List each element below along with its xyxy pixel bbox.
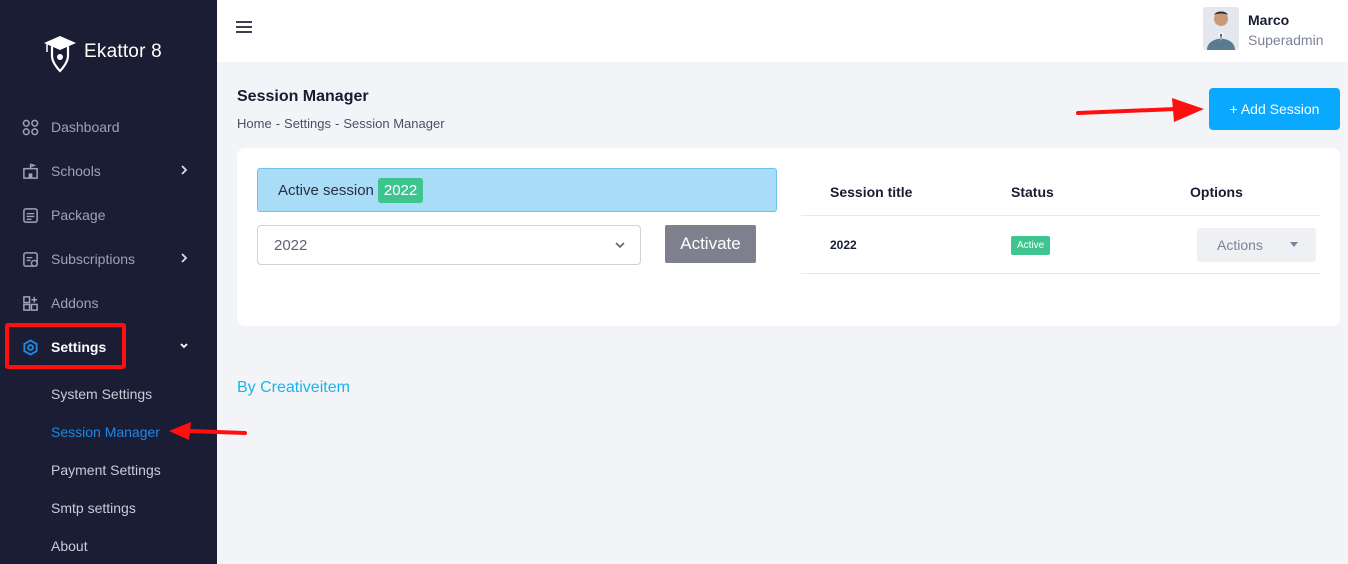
chevron-down-icon bbox=[615, 242, 625, 249]
breadcrumb-separator: - bbox=[275, 116, 281, 131]
breadcrumb: Home - Settings - Session Manager bbox=[237, 116, 445, 131]
sidebar-item-label: Settings bbox=[51, 339, 107, 355]
active-session-badge: 2022 bbox=[377, 177, 424, 203]
table-divider bbox=[801, 273, 1320, 274]
sidebar-item-label: Dashboard bbox=[51, 119, 120, 135]
brand-logo[interactable]: Ekattor 8 bbox=[42, 30, 162, 74]
sidebar-item-dashboard[interactable]: Dashboard bbox=[0, 107, 217, 147]
submenu-item-about[interactable]: About bbox=[51, 538, 88, 554]
breadcrumb-separator: - bbox=[335, 116, 340, 131]
submenu-item-system-settings[interactable]: System Settings bbox=[51, 386, 152, 402]
chevron-right-icon bbox=[181, 253, 188, 263]
session-select-value: 2022 bbox=[274, 236, 308, 254]
user-role: Superadmin bbox=[1248, 32, 1324, 48]
subscriptions-icon bbox=[21, 250, 39, 268]
annotation-arrow-left-icon bbox=[169, 422, 247, 440]
sidebar-item-settings[interactable]: Settings bbox=[0, 327, 217, 367]
sidebar-item-schools[interactable]: Schools bbox=[0, 151, 217, 191]
actions-label: Actions bbox=[1217, 237, 1263, 253]
breadcrumb-settings[interactable]: Settings bbox=[284, 116, 331, 131]
table-divider bbox=[801, 215, 1320, 216]
active-session-label: Active session bbox=[278, 181, 374, 199]
package-icon bbox=[21, 206, 39, 224]
avatar[interactable] bbox=[1203, 7, 1239, 50]
caret-down-icon bbox=[1290, 242, 1298, 247]
graduation-cap-pin-icon bbox=[44, 36, 76, 73]
footer-credit-link[interactable]: By Creativeitem bbox=[237, 379, 350, 397]
table-header-session-title: Session title bbox=[830, 184, 913, 200]
sidebar-item-package[interactable]: Package bbox=[0, 195, 217, 235]
submenu-item-session-manager[interactable]: Session Manager bbox=[51, 424, 160, 440]
sidebar-item-subscriptions[interactable]: Subscriptions bbox=[0, 239, 217, 279]
actions-dropdown-button[interactable]: Actions bbox=[1197, 228, 1316, 262]
submenu-item-smtp-settings[interactable]: Smtp settings bbox=[51, 500, 136, 516]
session-select[interactable]: 2022 bbox=[257, 225, 641, 265]
addons-icon bbox=[21, 294, 39, 312]
chevron-down-icon bbox=[180, 343, 188, 349]
submenu-item-payment-settings[interactable]: Payment Settings bbox=[51, 462, 161, 478]
sidebar: Ekattor 8 Dashboard Schools Package Subs… bbox=[0, 0, 217, 564]
sidebar-item-label: Addons bbox=[51, 295, 99, 311]
activate-button[interactable]: Activate bbox=[665, 225, 756, 263]
annotation-arrow-right-icon bbox=[1076, 98, 1204, 122]
settings-gear-icon bbox=[21, 338, 39, 356]
chevron-right-icon bbox=[181, 165, 188, 175]
breadcrumb-current: Session Manager bbox=[343, 116, 445, 131]
hamburger-menu-icon[interactable] bbox=[236, 21, 252, 35]
sidebar-item-label: Package bbox=[51, 207, 106, 223]
table-header-status: Status bbox=[1011, 184, 1054, 200]
top-header: Marco Superadmin bbox=[217, 0, 1348, 62]
breadcrumb-home[interactable]: Home bbox=[237, 116, 272, 131]
sidebar-item-label: Subscriptions bbox=[51, 251, 136, 267]
table-header-options: Options bbox=[1190, 184, 1243, 200]
brand-name: Ekattor 8 bbox=[84, 41, 162, 62]
status-badge: Active bbox=[1011, 236, 1051, 255]
session-card: Active session 2022 2022 Activate Sessio… bbox=[237, 148, 1340, 326]
sidebar-item-addons[interactable]: Addons bbox=[0, 283, 217, 323]
dashboard-icon bbox=[21, 118, 39, 136]
user-name[interactable]: Marco bbox=[1248, 12, 1289, 28]
sidebar-item-label: Schools bbox=[51, 163, 101, 179]
page-title: Session Manager bbox=[237, 88, 369, 105]
school-icon bbox=[21, 162, 39, 180]
active-session-banner: Active session 2022 bbox=[257, 168, 777, 212]
row-session-title: 2022 bbox=[830, 238, 857, 252]
add-session-button[interactable]: + Add Session bbox=[1209, 88, 1340, 130]
